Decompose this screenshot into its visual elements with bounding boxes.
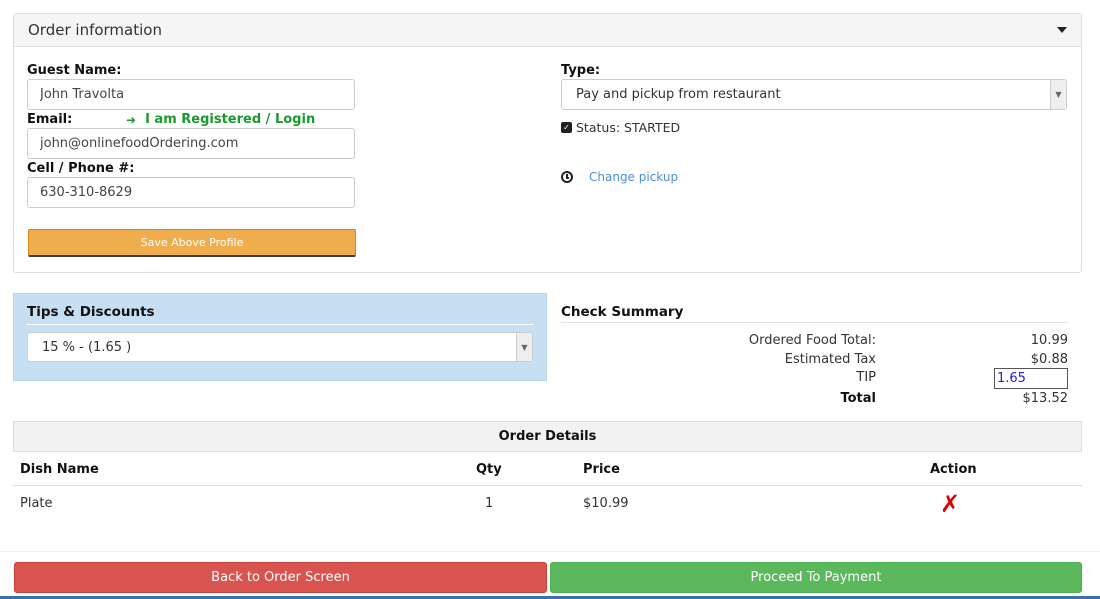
- divider: [0, 551, 1100, 552]
- phone-input[interactable]: [27, 177, 355, 208]
- column-header-dish: Dish Name: [20, 462, 99, 477]
- tax-value: $0.88: [1030, 352, 1068, 367]
- registered-login-text: I am Registered / Login: [145, 112, 316, 127]
- panel-title: Order information: [28, 21, 162, 39]
- food-total-value: 10.99: [1030, 333, 1068, 348]
- divider: [27, 324, 533, 325]
- select-arrow[interactable]: ▼: [516, 333, 532, 361]
- proceed-to-payment-button[interactable]: Proceed To Payment: [550, 562, 1082, 593]
- chevron-down-icon: ▼: [1055, 90, 1062, 99]
- total-value: $13.52: [1022, 391, 1069, 406]
- status-row: ✓ Status: STARTED: [561, 120, 680, 135]
- dish-name-cell: Plate: [20, 496, 53, 511]
- clock-icon: [561, 171, 573, 183]
- registered-login-link[interactable]: ➜ I am Registered / Login: [126, 112, 315, 127]
- check-summary-title: Check Summary: [561, 304, 684, 320]
- email-input[interactable]: [27, 128, 355, 159]
- tips-title: Tips & Discounts: [27, 304, 155, 320]
- tips-discounts-panel: Tips & Discounts 15 % - (1.65 ) ▼: [13, 293, 547, 381]
- tip-input[interactable]: [994, 368, 1068, 389]
- tax-label: Estimated Tax: [784, 352, 876, 367]
- divider: [561, 322, 1068, 323]
- caret-down-icon[interactable]: [1057, 27, 1067, 33]
- save-profile-button[interactable]: Save Above Profile: [28, 229, 356, 257]
- column-header-action: Action: [930, 462, 977, 477]
- total-label: Total: [840, 391, 876, 406]
- tips-select[interactable]: 15 % - (1.65 ) ▼: [27, 332, 533, 362]
- column-header-qty: Qty: [476, 462, 502, 477]
- guest-name-input[interactable]: [27, 79, 355, 110]
- delete-x-icon[interactable]: ✗: [940, 490, 960, 518]
- divider: [13, 485, 1082, 486]
- change-pickup-link[interactable]: Change pickup: [589, 170, 678, 184]
- tips-selected-value: 15 % - (1.65 ): [42, 339, 132, 355]
- guest-name-label: Guest Name:: [27, 63, 122, 78]
- select-arrow[interactable]: ▼: [1050, 80, 1066, 109]
- qty-cell: 1: [485, 496, 494, 511]
- chevron-down-icon: ▼: [521, 342, 528, 352]
- pickup-row: Change pickup: [561, 170, 678, 184]
- phone-label: Cell / Phone #:: [27, 161, 135, 176]
- tip-label: TIP: [856, 370, 876, 385]
- order-information-panel: Order information Guest Name: Email: ➜ I…: [13, 13, 1082, 273]
- order-details-header: Order Details: [13, 421, 1082, 452]
- checked-checkbox-icon: ✓: [561, 122, 572, 133]
- order-type-select[interactable]: Pay and pickup from restaurant ▼: [561, 79, 1067, 110]
- order-information-header[interactable]: Order information: [14, 14, 1081, 47]
- order-type-value: Pay and pickup from restaurant: [576, 87, 781, 102]
- email-label: Email:: [27, 112, 73, 127]
- type-label: Type:: [561, 63, 601, 78]
- back-to-order-button[interactable]: Back to Order Screen: [14, 562, 547, 593]
- status-text: Status: STARTED: [576, 120, 681, 135]
- price-cell: $10.99: [583, 496, 629, 511]
- column-header-price: Price: [583, 462, 620, 477]
- sign-in-icon: ➜: [126, 112, 137, 127]
- food-total-label: Ordered Food Total:: [748, 333, 876, 348]
